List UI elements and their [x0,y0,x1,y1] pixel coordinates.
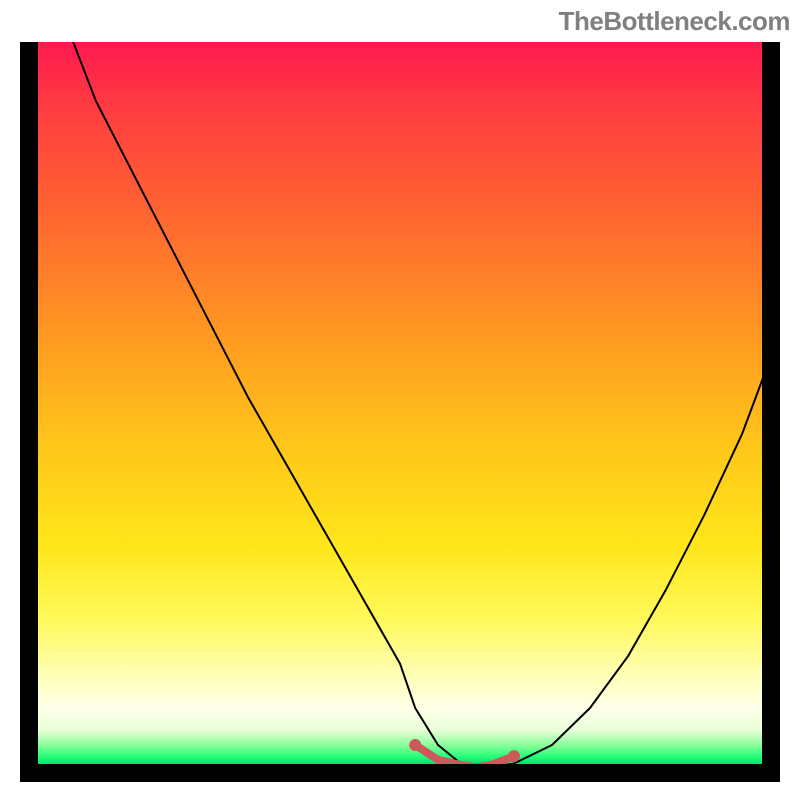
chart-container: TheBottleneck.com [0,0,800,800]
optimal-range-segment [415,745,514,767]
highlight-svg [20,42,780,782]
optimal-range-dot [508,750,520,762]
watermark-text: TheBottleneck.com [559,6,790,37]
plot-area [20,42,780,782]
optimal-range-dot [409,739,421,751]
